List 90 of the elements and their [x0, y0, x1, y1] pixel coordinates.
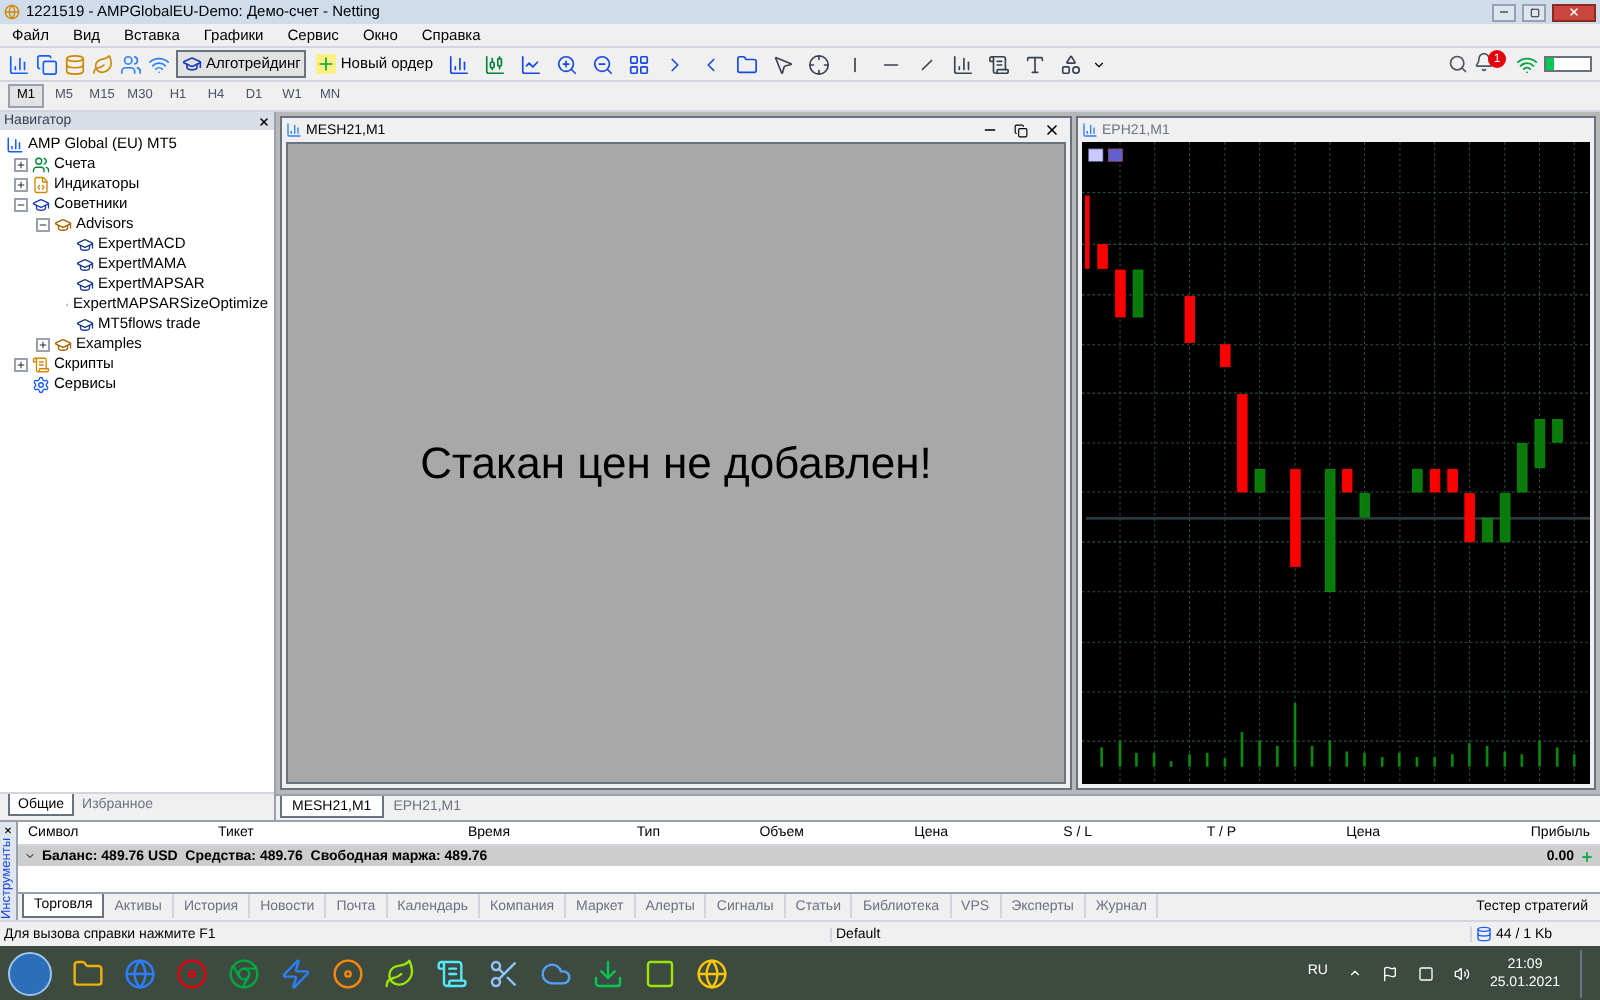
connection-icon: [1516, 53, 1538, 75]
browser-icon[interactable]: [228, 957, 260, 989]
candle: [1132, 269, 1144, 318]
close-button[interactable]: [1552, 3, 1596, 21]
candle: [1084, 195, 1090, 269]
network-icon[interactable]: [1417, 965, 1434, 981]
signal-icon[interactable]: [148, 53, 170, 75]
chart-window-icon: [286, 122, 302, 138]
services-icon: [32, 375, 50, 393]
disc-icon[interactable]: [332, 957, 364, 989]
candle: [1290, 468, 1301, 568]
scissors-icon[interactable]: [488, 957, 520, 989]
terminal-icon: [6, 135, 24, 153]
volume-icon[interactable]: [1453, 965, 1470, 981]
candlestick-icon[interactable]: [483, 53, 505, 75]
tray-expand-icon[interactable]: [1347, 966, 1362, 980]
candle: [1412, 468, 1423, 493]
folder-icon: [54, 335, 72, 353]
candle: [1552, 419, 1563, 443]
search-icon[interactable]: [1448, 54, 1468, 74]
expand-toggle[interactable]: [14, 157, 28, 171]
candle: [1447, 468, 1458, 493]
candle: [1516, 443, 1528, 493]
candle: [1324, 468, 1336, 592]
notepad-icon[interactable]: [436, 957, 468, 989]
cloud-icon[interactable]: [540, 957, 572, 989]
minimize-icon: [1498, 6, 1510, 18]
expand-toggle[interactable]: [36, 337, 50, 351]
users-icon[interactable]: [120, 53, 142, 75]
candle: [1237, 394, 1248, 493]
candle: [1464, 493, 1475, 543]
experts-icon: [32, 195, 50, 213]
flag-icon[interactable]: [1381, 965, 1398, 981]
collapse-toggle[interactable]: [14, 197, 28, 211]
candle: [1184, 295, 1196, 343]
restore-icon[interactable]: [1014, 123, 1028, 137]
bar-chart-icon[interactable]: [447, 53, 469, 75]
lightning-icon[interactable]: [280, 957, 312, 989]
download-icon[interactable]: [592, 957, 624, 989]
folder-icon[interactable]: [72, 957, 104, 989]
minimize-button[interactable]: [1492, 3, 1516, 21]
notifications-icon[interactable]: [1474, 52, 1494, 72]
trading-app-icon[interactable]: [696, 957, 728, 989]
plus-icon: [316, 54, 337, 74]
zoom-in-icon[interactable]: [555, 53, 577, 75]
candle: [1115, 269, 1126, 318]
indicators-icon: [32, 175, 50, 193]
profiles-icon[interactable]: [36, 53, 58, 75]
scripts-icon: [32, 355, 50, 373]
new-chart-icon[interactable]: [8, 53, 30, 75]
close-icon: [1568, 6, 1580, 18]
close-icon[interactable]: [258, 115, 270, 127]
maximize-icon: [1529, 7, 1539, 17]
candle: [1534, 419, 1546, 469]
shapes-icon[interactable]: [1059, 53, 1081, 75]
start-button[interactable]: [8, 951, 52, 995]
message-text: Стакан цен не добавлен!: [420, 436, 932, 492]
line-chart-icon[interactable]: [519, 53, 541, 75]
connection-meter: [1544, 56, 1592, 72]
market-watch-icon[interactable]: [64, 53, 86, 75]
close-icon[interactable]: [2, 826, 14, 835]
collapse-toggle[interactable]: [36, 217, 50, 231]
chart-window-icon: [1082, 122, 1098, 138]
candle: [1254, 468, 1266, 493]
crosshair-icon[interactable]: [807, 53, 829, 75]
app-icon: [4, 4, 20, 20]
text-icon[interactable]: [1023, 53, 1045, 75]
candle: [1341, 468, 1353, 493]
dropdown-caret-icon[interactable]: [1091, 57, 1105, 71]
cursor-icon[interactable]: [771, 53, 793, 75]
candle: [1219, 344, 1231, 368]
expand-toggle[interactable]: [14, 357, 28, 371]
zoom-out-icon[interactable]: [591, 53, 613, 75]
candle: [1429, 468, 1441, 493]
folder-icon: [54, 215, 72, 233]
leaf-icon[interactable]: [384, 957, 416, 989]
expand-icon[interactable]: [24, 850, 36, 862]
accounts-icon: [32, 155, 50, 173]
app-icon[interactable]: [644, 957, 676, 989]
robot-icon: [182, 54, 202, 74]
candle: [1097, 244, 1108, 269]
candle: [1499, 493, 1511, 543]
maximize-button[interactable]: [1522, 3, 1546, 21]
candle: [1359, 493, 1371, 518]
close-icon[interactable]: [1044, 122, 1060, 138]
tile-windows-icon[interactable]: [627, 53, 649, 75]
traffic-icon: [1476, 926, 1492, 942]
candle: [1482, 518, 1493, 543]
globe-icon[interactable]: [124, 957, 156, 989]
expand-toggle[interactable]: [14, 177, 28, 191]
